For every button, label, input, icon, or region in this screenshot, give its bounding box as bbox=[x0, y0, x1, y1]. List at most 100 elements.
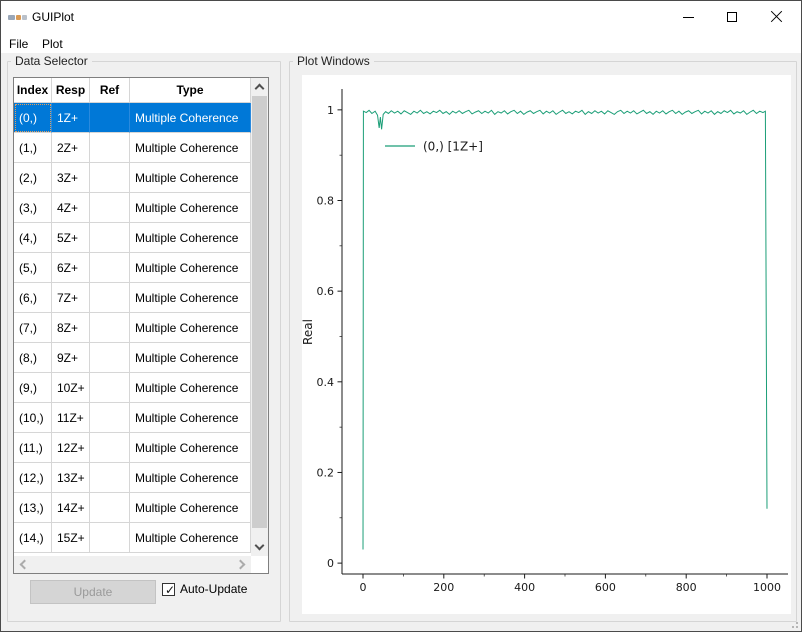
table-cell[interactable]: Multiple Coherence bbox=[130, 433, 251, 463]
table-cell[interactable]: (2,) bbox=[14, 163, 52, 193]
table-cell[interactable] bbox=[90, 103, 130, 133]
table-row[interactable]: (6,)7Z+ Multiple Coherence bbox=[14, 283, 251, 313]
table-row[interactable]: (2,)3Z+ Multiple Coherence bbox=[14, 163, 251, 193]
table-cell[interactable] bbox=[90, 313, 130, 343]
minimize-button[interactable] bbox=[666, 1, 710, 33]
table-cell[interactable]: Multiple Coherence bbox=[130, 463, 251, 493]
menu-file[interactable]: File bbox=[3, 35, 34, 53]
table-cell[interactable]: (11,) bbox=[14, 433, 52, 463]
auto-update-checkbox[interactable]: ✓ bbox=[162, 583, 175, 596]
table-cell[interactable]: Multiple Coherence bbox=[130, 343, 251, 373]
table-cell[interactable]: 2Z+ bbox=[52, 133, 90, 163]
column-header-resp[interactable]: Resp bbox=[52, 78, 90, 103]
table-row[interactable]: (12,)13Z+ Multiple Coherence bbox=[14, 463, 251, 493]
table-cell[interactable]: 15Z+ bbox=[52, 523, 90, 553]
table-row[interactable]: (14,)15Z+ Multiple Coherence bbox=[14, 523, 251, 553]
table-cell[interactable] bbox=[90, 283, 130, 313]
table-cell[interactable]: 11Z+ bbox=[52, 403, 90, 433]
table-vertical-scrollbar[interactable] bbox=[251, 78, 268, 556]
table-cell[interactable] bbox=[90, 343, 130, 373]
table-cell[interactable]: Multiple Coherence bbox=[130, 373, 251, 403]
scroll-up-button[interactable] bbox=[251, 78, 268, 95]
table-cell[interactable]: (9,) bbox=[14, 373, 52, 403]
table-cell[interactable]: (13,) bbox=[14, 493, 52, 523]
table-cell[interactable]: 10Z+ bbox=[52, 373, 90, 403]
table-row[interactable]: (4,)5Z+ Multiple Coherence bbox=[14, 223, 251, 253]
x-tick-label: 200 bbox=[433, 581, 454, 594]
table-cell[interactable] bbox=[90, 163, 130, 193]
table-cell[interactable]: 1Z+ bbox=[52, 103, 90, 133]
table-cell[interactable]: 14Z+ bbox=[52, 493, 90, 523]
table-row[interactable]: (1,)2Z+ Multiple Coherence bbox=[14, 133, 251, 163]
table-cell[interactable]: 5Z+ bbox=[52, 223, 90, 253]
table-cell[interactable]: Multiple Coherence bbox=[130, 103, 251, 133]
table-cell[interactable] bbox=[90, 463, 130, 493]
vertical-scroll-thumb[interactable] bbox=[252, 96, 267, 528]
table-cell[interactable]: (8,) bbox=[14, 343, 52, 373]
table-row[interactable]: (9,)10Z+ Multiple Coherence bbox=[14, 373, 251, 403]
scroll-right-button[interactable] bbox=[234, 556, 251, 573]
table-cell[interactable]: Multiple Coherence bbox=[130, 253, 251, 283]
table-cell[interactable]: 8Z+ bbox=[52, 313, 90, 343]
column-header-ref[interactable]: Ref bbox=[90, 78, 130, 103]
table-cell[interactable]: Multiple Coherence bbox=[130, 493, 251, 523]
table-cell[interactable] bbox=[90, 133, 130, 163]
table-cell[interactable]: Multiple Coherence bbox=[130, 133, 251, 163]
table-row[interactable]: (8,)9Z+ Multiple Coherence bbox=[14, 343, 251, 373]
table-cell[interactable] bbox=[90, 523, 130, 553]
table-cell[interactable]: (0,) bbox=[14, 103, 52, 133]
x-tick-label: 800 bbox=[676, 581, 697, 594]
table-cell[interactable]: 3Z+ bbox=[52, 163, 90, 193]
table-cell[interactable]: 13Z+ bbox=[52, 463, 90, 493]
table-cell[interactable]: (1,) bbox=[14, 133, 52, 163]
table-cell[interactable]: Multiple Coherence bbox=[130, 403, 251, 433]
table-cell[interactable] bbox=[90, 193, 130, 223]
table-cell[interactable]: (14,) bbox=[14, 523, 52, 553]
table-horizontal-scrollbar[interactable] bbox=[14, 556, 251, 573]
table-cell[interactable] bbox=[90, 253, 130, 283]
maximize-button[interactable] bbox=[710, 1, 754, 33]
table-cell[interactable] bbox=[90, 403, 130, 433]
table-cell[interactable] bbox=[90, 373, 130, 403]
table-row[interactable]: (0,)1Z+ Multiple Coherence bbox=[14, 103, 251, 133]
table-row[interactable]: (7,)8Z+ Multiple Coherence bbox=[14, 313, 251, 343]
table-cell[interactable]: Multiple Coherence bbox=[130, 223, 251, 253]
table-cell[interactable]: (7,) bbox=[14, 313, 52, 343]
table-cell[interactable] bbox=[90, 223, 130, 253]
table-cell[interactable]: 12Z+ bbox=[52, 433, 90, 463]
table-cell[interactable]: 9Z+ bbox=[52, 343, 90, 373]
table-cell[interactable]: Multiple Coherence bbox=[130, 283, 251, 313]
table-cell[interactable]: Multiple Coherence bbox=[130, 313, 251, 343]
menu-bar: File Plot bbox=[1, 33, 801, 53]
y-tick-label: 0.4 bbox=[317, 376, 335, 389]
table-cell[interactable] bbox=[90, 493, 130, 523]
table-row[interactable]: (11,)12Z+ Multiple Coherence bbox=[14, 433, 251, 463]
table-row[interactable]: (3,)4Z+ Multiple Coherence bbox=[14, 193, 251, 223]
table-cell[interactable]: (3,) bbox=[14, 193, 52, 223]
title-bar: GUIPlot bbox=[1, 1, 801, 33]
menu-plot[interactable]: Plot bbox=[36, 35, 69, 53]
table-row[interactable]: (13,)14Z+ Multiple Coherence bbox=[14, 493, 251, 523]
column-header-index[interactable]: Index bbox=[14, 78, 52, 103]
scroll-down-button[interactable] bbox=[251, 539, 268, 556]
column-header-type[interactable]: Type bbox=[130, 78, 251, 103]
scroll-left-button[interactable] bbox=[14, 556, 31, 573]
table-cell[interactable]: Multiple Coherence bbox=[130, 163, 251, 193]
table-row[interactable]: (5,)6Z+ Multiple Coherence bbox=[14, 253, 251, 283]
table-cell[interactable]: 4Z+ bbox=[52, 193, 90, 223]
table-cell[interactable] bbox=[90, 433, 130, 463]
table-cell[interactable]: 7Z+ bbox=[52, 283, 90, 313]
table-cell[interactable]: Multiple Coherence bbox=[130, 523, 251, 553]
table-cell[interactable]: (4,) bbox=[14, 223, 52, 253]
table-cell[interactable]: 6Z+ bbox=[52, 253, 90, 283]
table-cell[interactable]: (5,) bbox=[14, 253, 52, 283]
table-row[interactable]: (10,)11Z+ Multiple Coherence bbox=[14, 403, 251, 433]
table-cell[interactable]: (6,) bbox=[14, 283, 52, 313]
update-button[interactable]: Update bbox=[30, 580, 156, 604]
resize-grip[interactable] bbox=[790, 620, 798, 628]
table-cell[interactable]: (10,) bbox=[14, 403, 52, 433]
close-button[interactable] bbox=[754, 1, 798, 33]
table-cell[interactable]: (12,) bbox=[14, 463, 52, 493]
x-tick-label: 0 bbox=[360, 581, 367, 594]
table-cell[interactable]: Multiple Coherence bbox=[130, 193, 251, 223]
